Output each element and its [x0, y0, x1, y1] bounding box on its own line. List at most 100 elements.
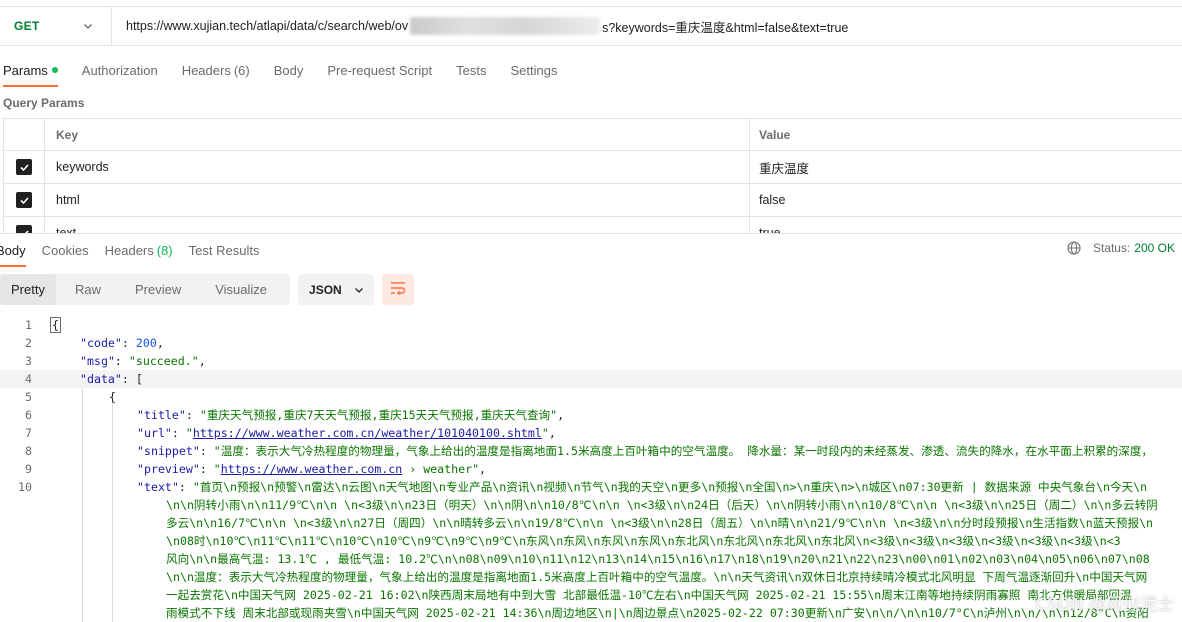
view-visualize-button[interactable]: Visualize [204, 274, 278, 305]
header-checkbox-cell [3, 119, 45, 150]
globe-icon[interactable] [1067, 241, 1081, 255]
response-tabs: Body Cookies Headers (8) Test Results [0, 236, 275, 267]
json-key: "code" [80, 336, 122, 350]
line-number: 10 [18, 480, 32, 494]
param-checkbox[interactable] [3, 217, 45, 233]
json-string-wrap: \n\n温度：表示大气冷热程度的物理量，气象上给出的温度是指离地面1.5米高度上… [166, 570, 1148, 584]
pane-divider[interactable] [0, 233, 1182, 234]
code-line: 雨模式不下线 周末北部或现雨夹雪\n中国天气网 2025-02-21 14:36… [0, 604, 1182, 622]
code-line: 风向\n\n最高气温: 13.1℃ , 最低气温: 10.2℃\n\n08\n0… [0, 550, 1182, 568]
tab-response-body[interactable]: Body [0, 236, 26, 267]
wrap-lines-icon [390, 281, 406, 298]
header-value: Value [759, 127, 791, 142]
json-key: "snippet" [137, 444, 200, 458]
code-line: 7 "url": "https://www.weather.com.cn/wea… [0, 424, 1182, 442]
json-key: "msg" [80, 354, 115, 368]
format-select[interactable]: JSON [298, 274, 375, 305]
chevron-down-icon [354, 285, 364, 295]
line-number: 7 [25, 426, 32, 440]
response-toolbar: Pretty Raw Preview Visualize JSON [0, 274, 415, 305]
param-value[interactable]: 重庆温度 [750, 151, 1182, 183]
watermark: CSDN @风似泥士 [1035, 595, 1174, 615]
line-number: 3 [25, 354, 32, 368]
param-checkbox[interactable] [3, 184, 45, 216]
json-string: "首页\n预报\n预警\n雷达\n云图\n天气地图\n专业产品\n资讯\n视频\… [192, 480, 1148, 494]
tab-label: Pre-request Script [327, 62, 433, 78]
json-string-wrap: 多云\n\n16/7℃\n\n \n<3级\n\n27日（周四）\n\n晴转多云… [166, 516, 1154, 530]
tab-cookies[interactable]: Cookies [42, 236, 89, 264]
param-value[interactable]: true [750, 217, 1182, 233]
code-line: 多云\n\n16/7℃\n\n \n<3级\n\n27日（周四）\n\n晴转多云… [0, 514, 1182, 532]
tab-headers[interactable]: Headers (6) [182, 54, 250, 86]
tab-count: (6) [233, 62, 250, 78]
tab-label: Authorization [81, 62, 158, 78]
url-suffix: s?keywords=重庆温度&html=false&text=true [602, 20, 849, 35]
code-line: 2 "code": 200, [0, 334, 1182, 352]
checkmark-icon [16, 225, 32, 233]
tab-params[interactable]: Params [3, 54, 58, 87]
tab-label: Headers [181, 62, 231, 78]
param-value[interactable]: false [750, 184, 1182, 216]
table-row: html false [3, 184, 1182, 217]
tab-authorization[interactable]: Authorization [82, 54, 158, 86]
json-link[interactable]: https://www.weather.com.cn [221, 462, 402, 476]
param-key[interactable]: text [45, 217, 750, 233]
request-tabs: Params Authorization Headers (6) Body Pr… [0, 54, 581, 87]
line-number: 4 [25, 372, 32, 386]
view-raw-button[interactable]: Raw [64, 274, 112, 305]
json-brace: { [109, 390, 116, 404]
line-number: 9 [25, 462, 32, 476]
json-string: "succeed." [128, 354, 199, 368]
code-line: 一起去赏花\n中国天气网 2025-02-21 16:02\n陕西周末局地有中到… [0, 586, 1182, 604]
wrap-lines-button[interactable] [382, 274, 415, 305]
status-value[interactable]: 200 OK [1134, 241, 1175, 255]
code-line: 1 { [0, 316, 1182, 334]
code-line: 3 "msg": "succeed.", [0, 352, 1182, 370]
checkmark-icon [16, 159, 32, 175]
json-string: "重庆天气预报,重庆7天天气预报,重庆15天天气预报,重庆天气查询" [199, 408, 558, 422]
active-dot-icon [51, 67, 58, 73]
line-number: 2 [25, 336, 32, 350]
view-preview-button[interactable]: Preview [124, 274, 192, 305]
method-select[interactable]: GET [0, 7, 112, 45]
url-input[interactable]: https://www.xujian.tech/atlapi/data/c/se… [112, 7, 848, 45]
param-key[interactable]: html [45, 184, 750, 216]
tab-label: Test Results [188, 242, 260, 258]
json-string: "温度：表示大气冷热程度的物理量，气象上给出的温度是指离地面1.5米高度上百叶箱… [213, 444, 1154, 458]
json-bracket: [ [135, 372, 143, 386]
json-key: "title" [137, 408, 186, 422]
response-status: Status: 200 OK [1067, 241, 1175, 255]
status-label: Status: [1092, 241, 1131, 255]
line-number: 6 [25, 408, 32, 422]
table-row: text true [3, 217, 1182, 233]
checkmark-icon [16, 192, 32, 208]
tab-test-results[interactable]: Test Results [189, 236, 260, 264]
view-mode-group: Pretty Raw Preview Visualize [0, 274, 291, 305]
chevron-down-icon [83, 21, 93, 31]
code-line: 10 "text": "首页\n预报\n预警\n雷达\n云图\n天气地图\n专业… [0, 478, 1182, 496]
param-checkbox[interactable] [3, 151, 45, 183]
tab-pre-request-script[interactable]: Pre-request Script [327, 54, 432, 86]
code-line: \n\n温度：表示大气冷热程度的物理量，气象上给出的温度是指离地面1.5米高度上… [0, 568, 1182, 586]
code-line: \n\n阴转小雨\n\n11/9℃\n\n \n<3级\n\n23日（明天）\n… [0, 496, 1182, 514]
format-label: JSON [309, 282, 342, 297]
tab-label: Params [3, 62, 48, 78]
tab-tests[interactable]: Tests [456, 54, 486, 86]
query-params-title: Query Params [3, 96, 85, 110]
json-link[interactable]: https://www.weather.com.cn/weather/10104… [193, 426, 542, 440]
json-key: "preview" [137, 462, 200, 476]
json-string-wrap: \n08时\n10℃\n11℃\n11℃\n10℃\n10℃\n9℃\n9℃\n… [166, 534, 1121, 548]
view-pretty-button[interactable]: Pretty [0, 274, 56, 305]
tab-body[interactable]: Body [274, 54, 304, 86]
tab-settings[interactable]: Settings [510, 54, 557, 86]
table-row: keywords 重庆温度 [3, 151, 1182, 184]
json-string: › weather" [402, 462, 480, 476]
params-table: Key Value keywords 重庆温度 html false text … [3, 118, 1182, 233]
tab-response-headers[interactable]: Headers (8) [105, 236, 173, 264]
response-body-viewer[interactable]: 1 { 2 "code": 200, 3 "msg": "succeed.", … [0, 313, 1182, 622]
json-key: "url" [137, 426, 172, 440]
code-line: 4 "data": [ [0, 370, 1182, 388]
tab-label: Body [273, 62, 304, 78]
table-header-row: Key Value [3, 119, 1182, 151]
param-key[interactable]: keywords [45, 151, 750, 183]
